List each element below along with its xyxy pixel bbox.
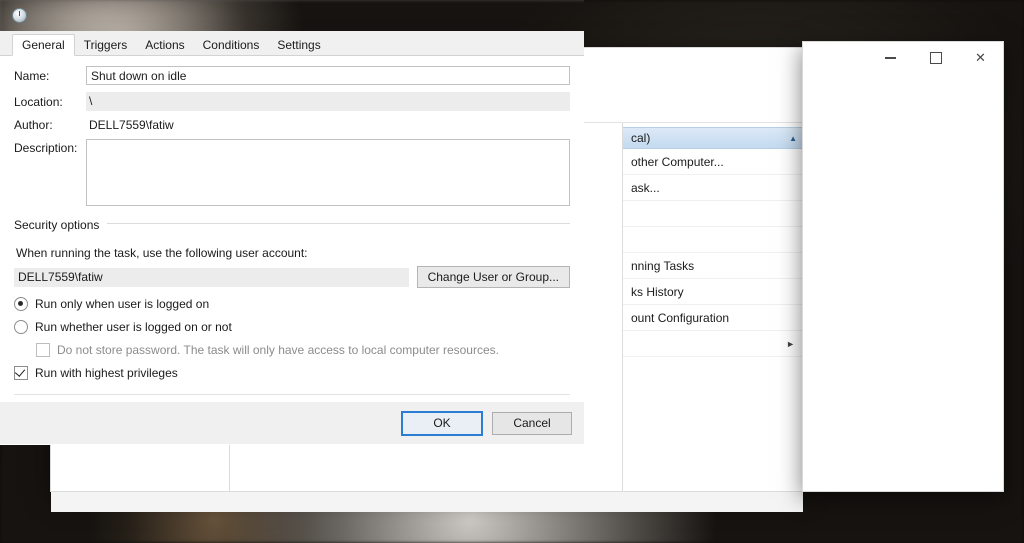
action-item-create-basic-task[interactable]: ask... [623, 175, 803, 201]
action-item-enable-all-tasks-history[interactable]: ks History [623, 279, 803, 305]
change-user-or-group-button[interactable]: Change User or Group... [416, 266, 570, 288]
minimize-icon[interactable] [868, 42, 913, 74]
action-item-label: ount Configuration [631, 310, 730, 325]
description-row: Description: [14, 139, 570, 206]
chevron-right-icon[interactable]: ► [786, 339, 795, 349]
tab-actions[interactable]: Actions [136, 35, 193, 55]
author-row: Author: DELL7559\fatiw [14, 118, 570, 132]
option-run-only-when-logged-on[interactable]: Run only when user is logged on [14, 297, 570, 311]
radio-run-only-when-logged-on[interactable] [14, 297, 28, 311]
dialog-footer: OK Cancel [0, 402, 584, 444]
action-item-label: ks History [631, 284, 684, 299]
clock-icon [12, 8, 27, 23]
checkbox-do-not-store-password [36, 343, 50, 357]
checkbox-run-with-highest-privileges[interactable] [14, 366, 28, 380]
tab-triggers[interactable]: Triggers [75, 35, 137, 55]
option-run-whether-logged-on-or-not[interactable]: Run whether user is logged on or not [14, 320, 570, 334]
action-item-blank-2[interactable] [623, 227, 803, 253]
background-window-right: ✕ [802, 41, 1004, 492]
chevron-up-icon[interactable]: ▲ [789, 134, 797, 143]
option-label: Run whether user is logged on or not [35, 320, 232, 334]
security-options-group: Security options When running the task, … [14, 216, 570, 380]
actions-pane-header-label: cal) [631, 131, 651, 145]
user-account-value: DELL7559\fatiw [14, 267, 409, 287]
option-label: Run with highest privileges [35, 366, 178, 380]
option-run-with-highest-privileges[interactable]: Run with highest privileges [14, 366, 570, 380]
action-item-label: nning Tasks [631, 258, 695, 273]
tab-conditions[interactable]: Conditions [194, 35, 269, 55]
name-input[interactable]: Shut down on idle [86, 66, 570, 85]
location-value: \ [86, 92, 570, 111]
description-label: Description: [14, 141, 78, 155]
general-tab-page: Name: Shut down on idle Location: \ Auth… [0, 56, 584, 445]
action-item-blank-1[interactable] [623, 201, 803, 227]
action-item-display-all-running-tasks[interactable]: nning Tasks [623, 253, 803, 279]
name-label: Name: [14, 68, 50, 83]
cancel-button[interactable]: Cancel [492, 411, 572, 435]
task-scheduler-statusbar [51, 491, 803, 512]
security-options-body: When running the task, use the following… [14, 234, 570, 380]
security-options-title: Security options [14, 218, 108, 232]
window-caption-buttons: ✕ [803, 42, 1003, 74]
action-item-connect-to-another-computer[interactable]: other Computer... [623, 149, 803, 175]
dialog-body: General Triggers Actions Conditions Sett… [0, 31, 584, 445]
tab-general[interactable]: General [12, 34, 75, 56]
close-icon[interactable]: ✕ [958, 42, 1003, 74]
account-row: DELL7559\fatiw Change User or Group... [14, 266, 570, 288]
name-row: Name: Shut down on idle [14, 66, 570, 85]
option-do-not-store-password: Do not store password. The task will onl… [36, 343, 570, 357]
maximize-icon[interactable] [913, 42, 958, 74]
action-item-more[interactable]: ► [623, 331, 803, 357]
tab-settings[interactable]: Settings [268, 35, 329, 55]
create-task-dialog: Create Task ✕ General Triggers Actions C… [0, 0, 584, 445]
author-label: Author: [14, 118, 53, 132]
option-label: Run only when user is logged on [35, 297, 210, 311]
actions-pane: cal) ▲ other Computer... ask... nning Ta… [623, 123, 803, 491]
location-label: Location: [14, 94, 63, 109]
radio-run-whether-logged-on-or-not[interactable] [14, 320, 28, 334]
action-item-label: ask... [631, 180, 660, 195]
description-input[interactable] [86, 139, 570, 206]
ok-button[interactable]: OK [401, 410, 483, 436]
action-item-label: other Computer... [631, 154, 724, 169]
dialog-tabstrip: General Triggers Actions Conditions Sett… [0, 31, 584, 56]
location-row: Location: \ [14, 92, 570, 111]
author-value: DELL7559\fatiw [89, 118, 174, 132]
option-label: Do not store password. The task will onl… [57, 343, 499, 357]
security-hint: When running the task, use the following… [16, 246, 308, 260]
actions-pane-header[interactable]: cal) ▲ [623, 127, 803, 149]
action-item-at-service-account-configuration[interactable]: ount Configuration [623, 305, 803, 331]
